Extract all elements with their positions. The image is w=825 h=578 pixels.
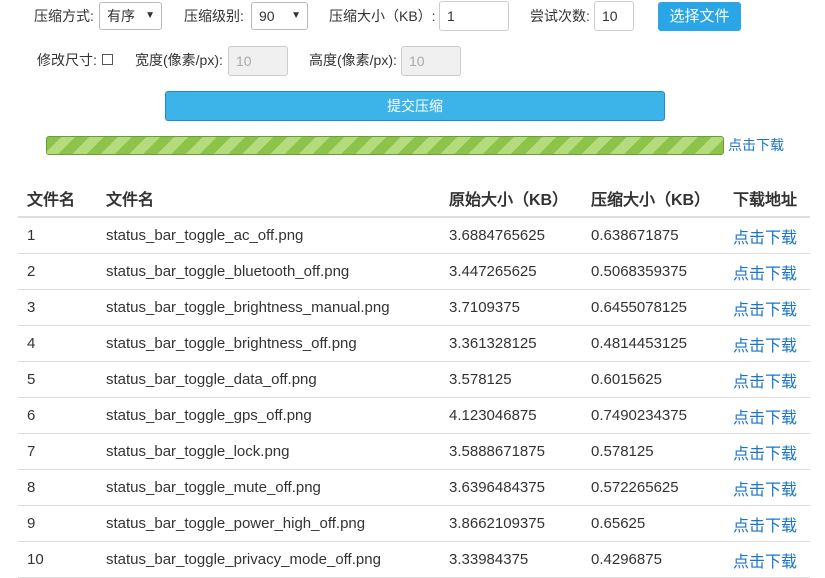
cell-original-size: 3.361328125 xyxy=(440,325,582,362)
cell-original-size: 3.7109375 xyxy=(440,289,582,326)
height-label: 高度(像素/px): xyxy=(309,52,397,68)
compress-level-value: 90 xyxy=(259,8,275,24)
cell-compressed-size: 0.5068359375 xyxy=(582,253,724,290)
cell-compressed-size: 0.6015625 xyxy=(582,361,724,398)
cell-original-size: 4.123046875 xyxy=(440,397,582,434)
download-link[interactable]: 点击下载 xyxy=(724,325,810,362)
download-all-link[interactable]: 点击下载 xyxy=(728,135,784,155)
download-link[interactable]: 点击下载 xyxy=(724,469,810,506)
attempts-input[interactable]: 10 xyxy=(594,1,634,31)
header-original-size: 原始大小（KB） xyxy=(440,179,582,218)
header-compressed-size: 压缩大小（KB） xyxy=(582,179,724,218)
cell-compressed-size: 0.4814453125 xyxy=(582,325,724,362)
table-row: 4 status_bar_toggle_brightness_off.png 3.3… xyxy=(18,325,810,362)
cell-index: 5 xyxy=(18,361,97,398)
download-link[interactable]: 点击下载 xyxy=(724,505,810,542)
table-header-row: 文件名 文件名 原始大小（KB） 压缩大小（KB） 下载地址 xyxy=(18,179,810,218)
download-link[interactable]: 点击下载 xyxy=(724,541,810,578)
results-table: 文件名 文件名 原始大小（KB） 压缩大小（KB） 下载地址 1 status_b… xyxy=(18,179,810,578)
cell-filename: status_bar_toggle_gps_off.png xyxy=(97,397,440,434)
cell-index: 9 xyxy=(18,505,97,542)
cell-filename: status_bar_toggle_mute_off.png xyxy=(97,469,440,506)
cell-compressed-size: 0.578125 xyxy=(582,433,724,470)
cell-compressed-size: 0.4296875 xyxy=(582,541,724,578)
cell-original-size: 3.8662109375 xyxy=(440,505,582,542)
compress-level-select[interactable]: 90 ▼ xyxy=(251,2,308,30)
cell-filename: status_bar_toggle_lock.png xyxy=(97,433,440,470)
resize-checkbox[interactable] xyxy=(102,54,113,65)
compress-method-select[interactable]: 有序 ▼ xyxy=(99,2,162,30)
cell-filename: status_bar_toggle_privacy_mode_off.png xyxy=(97,541,440,578)
width-input[interactable]: 10 xyxy=(228,46,288,76)
header-index: 文件名 xyxy=(18,179,97,218)
cell-compressed-size: 0.65625 xyxy=(582,505,724,542)
table-body: 1 status_bar_toggle_ac_off.png 3.688476562… xyxy=(18,217,810,578)
compress-method-label: 压缩方式: xyxy=(34,8,94,24)
cell-index: 3 xyxy=(18,289,97,326)
width-label: 宽度(像素/px): xyxy=(135,52,223,68)
table-row: 2 status_bar_toggle_bluetooth_off.png 3.44… xyxy=(18,253,810,290)
cell-filename: status_bar_toggle_brightness_manual.png xyxy=(97,289,440,326)
cell-index: 8 xyxy=(18,469,97,506)
table-row: 1 status_bar_toggle_ac_off.png 3.688476562… xyxy=(18,217,810,254)
cell-index: 10 xyxy=(18,541,97,578)
cell-filename: status_bar_toggle_ac_off.png xyxy=(97,217,440,254)
download-link[interactable]: 点击下载 xyxy=(724,361,810,398)
cell-original-size: 3.447265625 xyxy=(440,253,582,290)
download-link[interactable]: 点击下载 xyxy=(724,253,810,290)
cell-index: 6 xyxy=(18,397,97,434)
table-row: 7 status_bar_toggle_lock.png 3.5888671875 0… xyxy=(18,433,810,470)
cell-index: 1 xyxy=(18,217,97,254)
download-link[interactable]: 点击下载 xyxy=(724,217,810,254)
compress-level-label: 压缩级别: xyxy=(184,8,244,24)
compress-size-label: 压缩大小（KB）: xyxy=(329,8,436,24)
cell-original-size: 3.578125 xyxy=(440,361,582,398)
compress-method-value: 有序 xyxy=(107,8,135,24)
chevron-down-icon: ▼ xyxy=(145,10,155,21)
header-filename: 文件名 xyxy=(97,179,440,218)
cell-filename: status_bar_toggle_power_high_off.png xyxy=(97,505,440,542)
attempts-label: 尝试次数: xyxy=(530,8,590,24)
chevron-down-icon: ▼ xyxy=(291,10,301,21)
download-link[interactable]: 点击下载 xyxy=(724,397,810,434)
compress-size-input[interactable]: 1 xyxy=(439,1,509,31)
cell-compressed-size: 0.572265625 xyxy=(582,469,724,506)
table-row: 6 status_bar_toggle_gps_off.png 4.12304687… xyxy=(18,397,810,434)
cell-index: 2 xyxy=(18,253,97,290)
download-link[interactable]: 点击下载 xyxy=(724,433,810,470)
header-download: 下载地址 xyxy=(724,179,810,218)
cell-index: 4 xyxy=(18,325,97,362)
progress-bar xyxy=(46,136,724,155)
cell-original-size: 3.6396484375 xyxy=(440,469,582,506)
submit-compress-button[interactable]: 提交压缩 xyxy=(165,91,665,121)
cell-filename: status_bar_toggle_data_off.png xyxy=(97,361,440,398)
table-row: 3 status_bar_toggle_brightness_manual.png… xyxy=(18,289,810,326)
progress-bar-fill xyxy=(47,137,723,154)
download-link[interactable]: 点击下载 xyxy=(724,289,810,326)
choose-file-button[interactable]: 选择文件 xyxy=(658,2,741,31)
resize-label: 修改尺寸: xyxy=(37,52,97,68)
table-row: 5 status_bar_toggle_data_off.png 3.578125 0… xyxy=(18,361,810,398)
cell-original-size: 3.5888671875 xyxy=(440,433,582,470)
cell-original-size: 3.6884765625 xyxy=(440,217,582,254)
cell-index: 7 xyxy=(18,433,97,470)
cell-original-size: 3.33984375 xyxy=(440,541,582,578)
cell-compressed-size: 0.7490234375 xyxy=(582,397,724,434)
height-input[interactable]: 10 xyxy=(401,46,461,76)
table-row: 9 status_bar_toggle_power_high_off.png 3.8… xyxy=(18,505,810,542)
cell-filename: status_bar_toggle_bluetooth_off.png xyxy=(97,253,440,290)
table-row: 10 status_bar_toggle_privacy_mode_off.png… xyxy=(18,541,810,578)
table-row: 8 status_bar_toggle_mute_off.png 3.6396484… xyxy=(18,469,810,506)
cell-filename: status_bar_toggle_brightness_off.png xyxy=(97,325,440,362)
cell-compressed-size: 0.6455078125 xyxy=(582,289,724,326)
cell-compressed-size: 0.638671875 xyxy=(582,217,724,254)
